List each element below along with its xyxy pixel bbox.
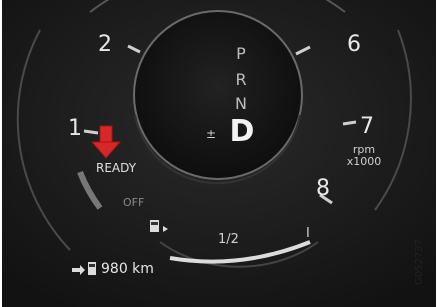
manual-shift-indicator: ±	[206, 127, 217, 141]
gear-n: N	[235, 94, 247, 113]
fuel-full-mark: I	[306, 226, 310, 241]
tach-label-7: 7	[360, 114, 374, 139]
gear-d-active: D	[229, 114, 255, 149]
rpm-unit: rpm x1000	[344, 143, 384, 169]
rpm-multiplier: x1000	[346, 155, 382, 169]
off-label: OFF	[123, 196, 145, 209]
image-code: G052737	[414, 239, 425, 285]
rpm-label: rpm	[352, 143, 376, 156]
fuel-pump-icon	[150, 220, 170, 234]
fuel-half-label: 1/2	[218, 232, 239, 247]
instrument-cluster: 2 1 6 7 8 rpm x1000 P R N D ± READY OFF …	[0, 0, 438, 307]
ready-indicator: READY	[96, 161, 137, 175]
tach-label-8: 8	[316, 176, 330, 201]
range-value: 980 km	[101, 261, 154, 277]
tach-label-2: 2	[98, 32, 112, 57]
gear-r: R	[235, 70, 247, 89]
tach-label-6: 6	[347, 32, 361, 57]
range-fuel-icon	[70, 262, 98, 276]
gear-p: P	[236, 44, 246, 63]
tach-label-1: 1	[68, 116, 82, 141]
center-dial	[133, 10, 303, 180]
